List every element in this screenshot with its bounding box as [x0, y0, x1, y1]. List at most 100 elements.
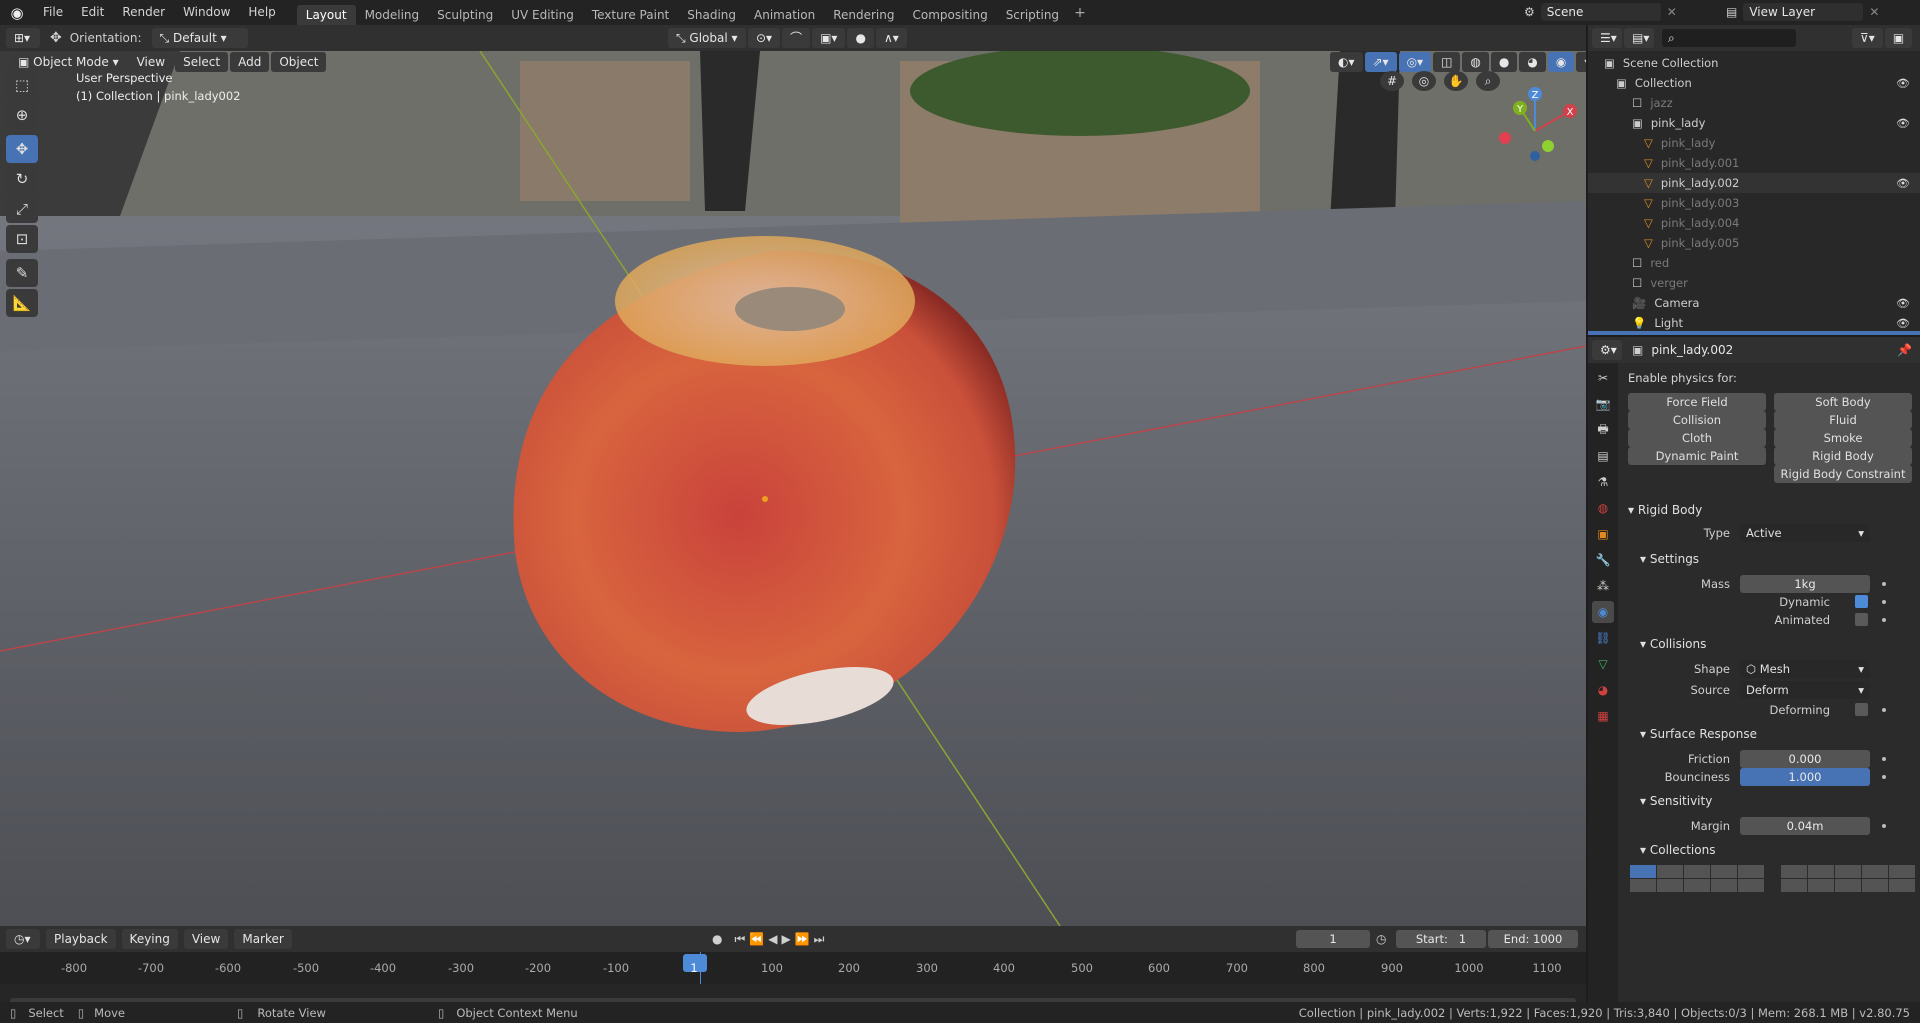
collection-layer-toggle[interactable] [1862, 865, 1888, 878]
overlay-toggle-icon[interactable]: ◎▾ [1398, 52, 1432, 72]
play-icon[interactable]: ▶ [781, 932, 790, 946]
type-dropdown[interactable]: Active ▾ [1740, 524, 1870, 542]
collection-layer-toggle[interactable] [1630, 879, 1656, 892]
view-layer-icon[interactable]: ▤ [1726, 5, 1737, 19]
eye-icon[interactable]: 👁 [1896, 117, 1910, 130]
snap-icon[interactable]: ⌒ [782, 28, 811, 48]
collection-layer-toggle[interactable] [1862, 879, 1888, 892]
transform-gizmo-icon[interactable]: ✥ [50, 30, 62, 46]
outliner-row[interactable]: ▽ pink_lady.002 👁 [1588, 173, 1920, 193]
gizmo-toggle-icon[interactable]: ⇗▾ [1364, 52, 1397, 72]
collection-layer-toggle[interactable] [1738, 865, 1764, 878]
new-collection-icon[interactable]: ▣ [1884, 28, 1913, 48]
material-tab-icon[interactable]: ◕ [1592, 679, 1614, 701]
annotate-tool-icon[interactable]: ✎ [6, 259, 38, 287]
friction-field[interactable]: 0.000 [1740, 750, 1870, 768]
source-dropdown[interactable]: Deform ▾ [1740, 681, 1870, 699]
collection-layer-toggle[interactable] [1835, 865, 1861, 878]
view-layer-tab-icon[interactable]: ▤ [1592, 445, 1614, 467]
collection-layer-toggle[interactable] [1781, 879, 1807, 892]
transform-tool-icon[interactable]: ⊡ [6, 225, 38, 253]
orientation-dropdown[interactable]: ⤡ Default ▾ [151, 28, 248, 48]
output-tab-icon[interactable]: 🖶 [1592, 419, 1614, 441]
cursor-icon[interactable]: ⊕ [6, 101, 38, 129]
shading-options-icon[interactable]: ▾ [1576, 52, 1586, 72]
collection-layer-toggle[interactable] [1738, 879, 1764, 892]
keyframe-dot[interactable] [1882, 618, 1886, 622]
tab-compositing[interactable]: Compositing [903, 5, 996, 25]
tool-tab-icon[interactable]: ✂ [1592, 367, 1614, 389]
tab-texture-paint[interactable]: Texture Paint [583, 5, 678, 25]
tab-rendering[interactable]: Rendering [824, 5, 903, 25]
rigid-body-section[interactable]: ▾ Rigid Body [1628, 503, 1702, 517]
keyframe-dot[interactable] [1882, 775, 1886, 779]
outliner-row[interactable]: ▣ Collection 👁 [1588, 73, 1920, 93]
physics-smoke-button[interactable]: Smoke [1774, 429, 1912, 447]
keyframe-dot[interactable] [1882, 757, 1886, 761]
timeline-menu-marker[interactable]: Marker [234, 929, 292, 949]
collection-layer-toggle[interactable] [1808, 879, 1834, 892]
pivot-point-icon[interactable]: ⊙▾ [748, 28, 781, 48]
outliner-row[interactable]: ☐ jazz [1588, 93, 1920, 113]
collisions-section[interactable]: ▾ Collisions [1640, 637, 1706, 651]
jump-end-icon[interactable]: ⏭ [814, 932, 825, 947]
menu-file[interactable]: File [34, 0, 72, 25]
properties-editor-type-icon[interactable]: ⚙▾ [1592, 340, 1622, 360]
select-box-icon[interactable]: ⬚ [6, 71, 38, 99]
timeline-menu-view[interactable]: View [183, 929, 229, 949]
start-frame-field[interactable]: Start: 1 [1396, 930, 1486, 948]
collection-layer-toggle[interactable] [1889, 865, 1915, 878]
deforming-checkbox[interactable] [1855, 703, 1868, 716]
viewport-menu-object[interactable]: Object [271, 52, 327, 72]
physics-rigid-body-constraint-button[interactable]: Rigid Body Constraint [1774, 465, 1912, 483]
scene-icon[interactable]: ⚙ [1524, 5, 1535, 19]
keyframe-dot[interactable] [1882, 824, 1886, 828]
physics-force-field-button[interactable]: Force Field [1628, 393, 1766, 411]
eye-icon[interactable]: 👁 [1896, 297, 1910, 310]
play-reverse-icon[interactable]: ◀ [768, 932, 777, 946]
tab-uv-editing[interactable]: UV Editing [502, 5, 583, 25]
timeline-editor-type-icon[interactable]: ◷▾ [6, 929, 40, 949]
next-keyframe-icon[interactable]: ⏩ [795, 932, 810, 946]
timeline-ruler[interactable]: -800 -700 -600 -500 -400 -300 -200 -100 1 100 200 3… [0, 952, 1586, 1011]
jump-start-icon[interactable]: ⏮ [734, 932, 745, 947]
collection-layer-toggle[interactable] [1781, 865, 1807, 878]
wireframe-shading-icon[interactable]: ◍ [1462, 52, 1489, 72]
constraints-tab-icon[interactable]: ⛓ [1592, 627, 1614, 649]
move-tool-icon[interactable]: ✥ [6, 135, 38, 163]
object-tab-icon[interactable]: ▣ [1592, 523, 1614, 545]
visibility-icon[interactable]: ◐▾ [1330, 52, 1363, 72]
collection-layer-toggle[interactable] [1657, 879, 1683, 892]
physics-collision-button[interactable]: Collision [1628, 411, 1766, 429]
texture-tab-icon[interactable]: ▦ [1592, 705, 1614, 727]
measure-tool-icon[interactable]: 📐 [6, 289, 38, 317]
scene-tab-icon[interactable]: ⚗ [1592, 471, 1614, 493]
record-icon[interactable]: ● [712, 932, 722, 946]
collection-layer-toggle[interactable] [1630, 865, 1656, 878]
eye-icon[interactable]: 👁 [1896, 77, 1910, 90]
outliner-row[interactable]: ▽ pink_lady.003 [1588, 193, 1920, 213]
menu-edit[interactable]: Edit [72, 0, 113, 25]
menu-help[interactable]: Help [239, 0, 284, 25]
render-tab-icon[interactable]: 📷 [1592, 393, 1614, 415]
surface-response-section[interactable]: ▾ Surface Response [1640, 727, 1757, 741]
pin-icon[interactable]: 📌 [1897, 343, 1912, 357]
physics-rigid-body-button[interactable]: Rigid Body [1774, 447, 1912, 465]
collection-layer-toggle[interactable] [1835, 879, 1861, 892]
scene-selector[interactable]: Scene [1540, 3, 1661, 21]
solid-shading-icon[interactable]: ● [1490, 52, 1518, 72]
view-layer-selector[interactable]: View Layer [1743, 3, 1864, 21]
outliner-row[interactable]: ▽ pink_lady.001 [1588, 153, 1920, 173]
3d-viewport[interactable]: ▣ Object Mode ▾ View Select Add Object ◐▾ ⇗… [0, 51, 1586, 926]
material-shading-icon[interactable]: ◕ [1519, 52, 1546, 72]
collection-layer-toggle[interactable] [1711, 865, 1737, 878]
outliner-row[interactable]: ☐ verger [1588, 273, 1920, 293]
outliner-search-input[interactable]: ⌕ [1662, 29, 1796, 47]
sensitivity-section[interactable]: ▾ Sensitivity [1640, 794, 1712, 808]
particles-tab-icon[interactable]: ⁂ [1592, 575, 1614, 597]
end-frame-field[interactable]: End: 1000 [1488, 930, 1578, 948]
tab-shading[interactable]: Shading [678, 5, 745, 25]
collection-layer-toggle[interactable] [1684, 865, 1710, 878]
display-mode-icon[interactable]: ▤▾ [1624, 28, 1654, 48]
tab-sculpting[interactable]: Sculpting [428, 5, 502, 25]
